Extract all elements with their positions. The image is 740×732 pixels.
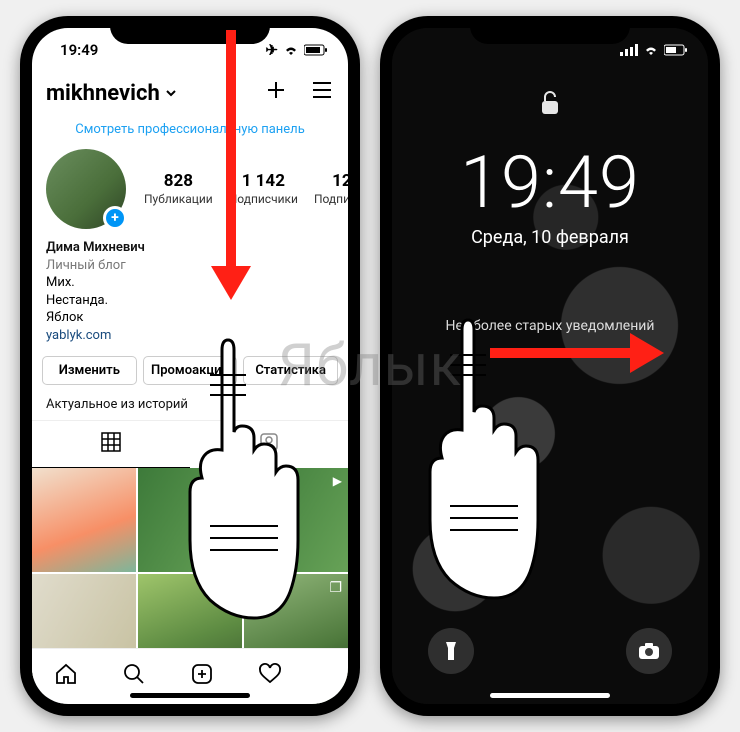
stat-followers-label: Подписчики <box>229 192 298 207</box>
status-time: 19:49 <box>60 41 98 59</box>
plus-icon <box>264 78 288 102</box>
stat-posts[interactable]: 828 Публикации <box>144 171 213 207</box>
nav-create[interactable] <box>190 662 214 692</box>
lock-screen-center: 19:49 Среда, 10 февраля Нет более старых… <box>392 72 708 334</box>
menu-button[interactable] <box>310 79 334 107</box>
carousel-indicator-icon: ❐ <box>329 580 342 596</box>
bio-category: Личный блог <box>46 257 334 275</box>
tab-tagged[interactable] <box>190 421 348 468</box>
screen-instagram: 19:49 ✈︎ mikhnevich <box>32 28 348 704</box>
post-thumbnail[interactable] <box>32 468 136 572</box>
airplane-icon: ✈︎ <box>265 41 278 59</box>
pro-dashboard-banner[interactable]: Смотреть профессиональную панель <box>32 118 348 145</box>
bio-website-link[interactable]: yablyk.com <box>46 327 334 345</box>
camera-icon <box>638 642 660 660</box>
stat-posts-value: 828 <box>144 171 213 192</box>
hamburger-icon <box>310 79 334 101</box>
status-right: ✈︎ <box>265 41 328 59</box>
grid-icon <box>100 431 122 453</box>
battery-icon <box>664 44 688 56</box>
camera-button[interactable] <box>626 628 672 674</box>
profile-action-buttons: Изменить Промоакции Статистика <box>32 354 348 397</box>
heart-icon <box>258 662 282 686</box>
stat-following-label: Подписки <box>314 192 348 207</box>
stat-following[interactable]: 12 Подписки <box>314 171 348 207</box>
stat-posts-label: Публикации <box>144 192 213 207</box>
profile-bio: Дима Михневич Личный блог Мих. Нестанда.… <box>32 239 348 354</box>
phone-right: 19:49 Среда, 10 февраля Нет более старых… <box>380 16 720 716</box>
video-indicator-icon: ▶ <box>227 474 236 488</box>
search-icon <box>122 662 146 686</box>
create-post-button[interactable] <box>264 78 288 108</box>
story-highlights-title: Актуальное из историй <box>32 397 348 420</box>
home-icon <box>54 662 78 686</box>
home-indicator[interactable] <box>490 693 610 698</box>
promotions-button[interactable]: Промоакции <box>143 356 238 385</box>
post-thumbnail[interactable]: ▶ <box>244 468 348 572</box>
nav-home[interactable] <box>54 662 78 692</box>
flashlight-button[interactable] <box>428 628 474 674</box>
cellular-icon <box>620 44 638 56</box>
flashlight-icon <box>442 640 460 662</box>
lock-bottom-actions <box>392 628 708 674</box>
notch <box>470 16 630 44</box>
post-thumbnail[interactable]: ▶ <box>138 468 242 572</box>
carousel-indicator-icon: ❐ <box>223 580 236 596</box>
bio-line: Мих. <box>46 274 334 292</box>
stat-following-value: 12 <box>314 171 348 192</box>
nav-activity[interactable] <box>258 662 282 692</box>
bio-name: Дима Михневич <box>46 239 334 257</box>
video-indicator-icon: ▶ <box>333 474 342 488</box>
chevron-down-icon <box>164 86 178 100</box>
profile-row: + 828 Публикации 1 142 Подписчики 12 Под… <box>32 145 348 239</box>
lock-date: Среда, 10 февраля <box>392 227 708 248</box>
profile-tabs <box>32 420 348 468</box>
username-dropdown[interactable]: mikhnevich <box>46 81 178 106</box>
profile-avatar[interactable]: + <box>46 149 126 229</box>
plus-square-icon <box>190 662 214 686</box>
add-story-badge[interactable]: + <box>103 206 127 230</box>
stat-followers[interactable]: 1 142 Подписчики <box>229 171 298 207</box>
bio-line: Нестанда. <box>46 292 334 310</box>
notch <box>110 16 270 44</box>
wifi-icon <box>643 44 659 56</box>
phone-left: 19:49 ✈︎ mikhnevich <box>20 16 360 716</box>
nav-search[interactable] <box>122 662 146 692</box>
tab-grid[interactable] <box>32 421 190 468</box>
screen-lockscreen[interactable]: 19:49 Среда, 10 февраля Нет более старых… <box>392 28 708 704</box>
unlock-icon <box>392 90 708 122</box>
insights-button[interactable]: Статистика <box>243 356 338 385</box>
battery-icon <box>304 44 328 56</box>
stat-followers-value: 1 142 <box>229 171 298 192</box>
username-text: mikhnevich <box>46 81 160 106</box>
profile-header: mikhnevich <box>32 72 348 118</box>
bio-line: Яблок <box>46 309 334 327</box>
lock-no-notifications: Нет более старых уведомлений <box>392 318 708 334</box>
edit-profile-button[interactable]: Изменить <box>42 356 137 385</box>
tagged-icon <box>258 431 280 453</box>
status-right <box>620 44 688 56</box>
lock-time: 19:49 <box>392 140 708 225</box>
home-indicator[interactable] <box>130 693 250 698</box>
wifi-icon <box>283 44 299 56</box>
